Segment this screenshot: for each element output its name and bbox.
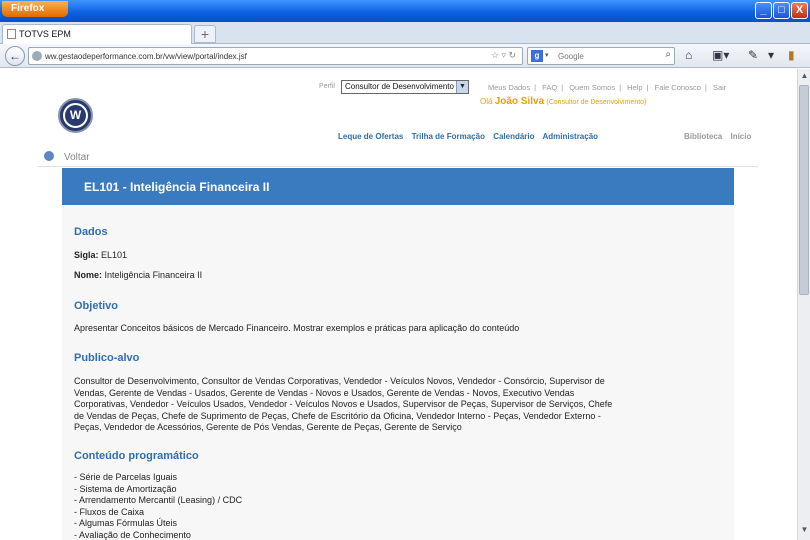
publico-text: Consultor de Desenvolvimento, Consultor … [74, 376, 612, 434]
vw-logo[interactable]: W [58, 98, 93, 133]
perfil-value: Consultor de Desenvolvimento [345, 82, 454, 91]
sigla-row: Sigla: EL101 [74, 250, 127, 262]
sigla-label: Sigla: [74, 250, 99, 260]
voltar-label: Voltar [64, 152, 90, 163]
minimize-button[interactable]: _ [755, 2, 772, 19]
nav-biblioteca[interactable]: Biblioteca [684, 132, 722, 141]
bookmarks-icon[interactable]: ▣▾ [712, 48, 729, 62]
objetivo-text: Apresentar Conceitos básicos de Mercado … [74, 323, 520, 333]
page-icon [7, 29, 16, 39]
publico-heading: Publico-alvo [74, 352, 140, 364]
tab-title: TOTVS EPM [19, 29, 71, 39]
home-icon[interactable]: ⌂ [685, 48, 692, 62]
course-title: EL101 - Inteligência Financeira II [62, 168, 734, 205]
nome-row: Nome: Inteligência Financeira II [74, 270, 202, 282]
objetivo-heading: Objetivo [74, 300, 119, 312]
firefox-menu-button[interactable]: Firefox [2, 1, 68, 17]
conteudo-list: - Série de Parcelas Iguais - Sistema de … [74, 472, 242, 540]
publico-line: Corporativas, Vendedor - Veículos Usados… [74, 399, 613, 409]
search-engine-label: Google [558, 52, 584, 61]
sigla-value: EL101 [101, 250, 128, 260]
course-card: EL101 - Inteligência Financeira II Dados… [62, 168, 734, 540]
link-fale-conosco[interactable]: Fale Conosco [655, 83, 701, 92]
back-button[interactable]: ← [5, 46, 25, 66]
close-button[interactable]: X [791, 2, 808, 19]
user-greeting: Olá João Silva (Consultor de Desenvolvim… [480, 96, 646, 107]
url-bar[interactable]: ww.gestaodeperformance.com.br/vw/view/po… [28, 47, 523, 65]
google-icon: g [531, 50, 543, 62]
nav-administracao[interactable]: Administração [542, 132, 598, 141]
link-meus-dados[interactable]: Meus Dados [488, 83, 530, 92]
link-help[interactable]: Help [627, 83, 642, 92]
vertical-scrollbar[interactable]: ▲ ▼ [797, 69, 810, 540]
nav-calendario[interactable]: Calendário [493, 132, 534, 141]
conteudo-item: - Fluxos de Caixa [74, 506, 145, 517]
bookmark-star-icon[interactable]: ☆ ▿ ↻ [491, 50, 516, 61]
greeting-prefix: Olá [480, 97, 493, 106]
top-links: Meus Dados | FAQ | Quem Somos | Help | Fale … [488, 83, 727, 92]
nav-inicio[interactable]: Início [730, 132, 751, 141]
chevron-down-icon[interactable]: ▼ [456, 81, 468, 93]
link-quem-somos[interactable]: Quem Somos [569, 83, 615, 92]
engine-dropdown-icon[interactable]: ▾ [545, 51, 549, 59]
scroll-down-icon[interactable]: ▼ [799, 525, 810, 538]
user-role: (Consultor de Desenvolvimento) [546, 99, 647, 106]
nav-trilha-de-formacao[interactable]: Trilha de Formação [412, 132, 485, 141]
search-icon[interactable]: ⌕ [665, 49, 671, 60]
extension-icon[interactable]: ▮ [788, 48, 795, 62]
tab-strip: TOTVS EPM + [0, 22, 810, 44]
publico-line: Consultor de Desenvolvimento, Consultor … [74, 376, 605, 386]
menu-dropdown-icon[interactable]: ▾ [768, 48, 774, 62]
voltar-link[interactable]: Voltar [38, 151, 758, 167]
back-arrow-icon [44, 151, 54, 161]
link-sair[interactable]: Sair [713, 83, 726, 92]
conteudo-item: - Algumas Fórmulas Úteis [74, 518, 178, 528]
perfil-label: Perfil [319, 83, 335, 90]
scroll-thumb[interactable] [799, 85, 809, 295]
main-nav: Leque de Ofertas Trilha de Formação Cale… [338, 132, 604, 141]
publico-line: de Vendas de Peças, Chefe de Suprimento … [74, 410, 601, 421]
site-icon [32, 51, 42, 61]
nav-leque-de-ofertas[interactable]: Leque de Ofertas [338, 132, 403, 141]
search-bar[interactable]: g ▾ Google ⌕ [527, 47, 675, 65]
nome-label: Nome: [74, 270, 103, 280]
navigation-bar: ← ww.gestaodeperformance.com.br/vw/view/… [0, 44, 810, 68]
user-name: João Silva [494, 96, 545, 107]
browser-tab[interactable]: TOTVS EPM [2, 24, 192, 44]
addons-icon[interactable]: ✎ [748, 48, 758, 62]
conteudo-item: - Arrendamento Mercantil (Leasing) / CDC [74, 495, 243, 505]
link-faq[interactable]: FAQ [542, 83, 557, 92]
conteudo-item: - Sistema de Amortização [74, 483, 177, 494]
publico-line: Vendas, Gerente de Vendas - Usados, Gere… [74, 387, 575, 398]
page-content: W Perfil Consultor de Desenvolvimento ▼ … [0, 69, 797, 540]
new-tab-button[interactable]: + [194, 25, 216, 43]
maximize-button[interactable]: □ [773, 2, 790, 19]
conteudo-item: - Série de Parcelas Iguais [74, 472, 178, 482]
conteudo-heading: Conteúdo programático [74, 450, 199, 462]
window-titlebar: Firefox _ □ X [0, 0, 810, 22]
scroll-up-icon[interactable]: ▲ [799, 71, 810, 84]
conteudo-item: - Avaliação de Conhecimento [74, 529, 191, 540]
dados-heading: Dados [74, 226, 108, 238]
perfil-select[interactable]: Consultor de Desenvolvimento ▼ [341, 80, 469, 94]
url-text: ww.gestaodeperformance.com.br/vw/view/po… [45, 52, 247, 61]
nome-value: Inteligência Financeira II [104, 270, 203, 280]
publico-line: Peças, Vendedor de Acessórios, Gerente d… [74, 422, 462, 432]
right-nav: Biblioteca Início [684, 132, 751, 141]
